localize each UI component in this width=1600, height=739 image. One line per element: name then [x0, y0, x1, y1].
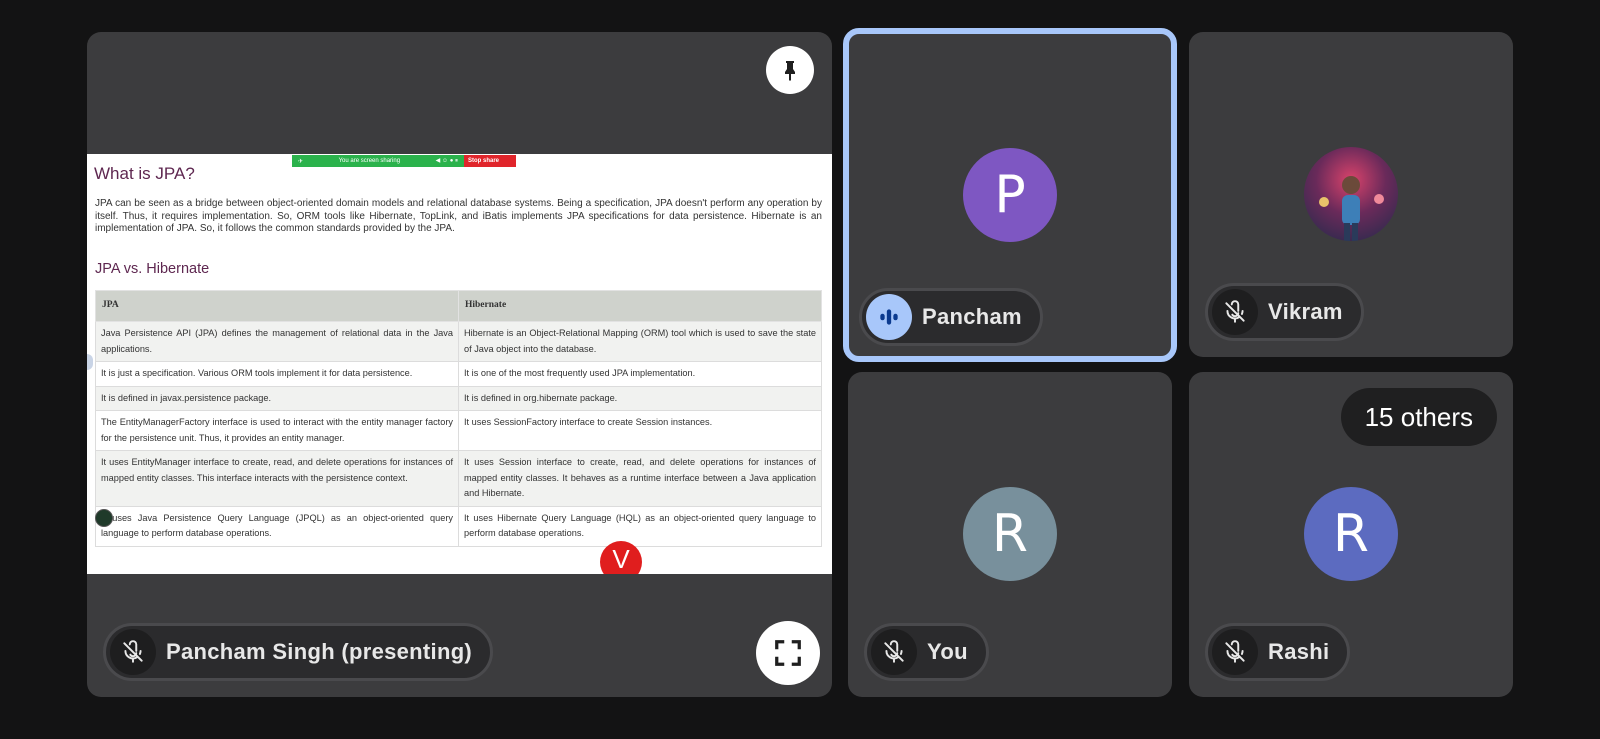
participant-name-pill: Pancham [859, 288, 1043, 346]
pin-icon [785, 61, 795, 81]
avatar: P [963, 148, 1057, 242]
table-row: It is just a specification. Various ORM … [95, 361, 822, 387]
others-count-badge[interactable]: 15 others [1340, 388, 1497, 446]
participant-tile-vikram[interactable]: Vikram [1189, 32, 1513, 357]
pin-button[interactable] [766, 46, 814, 94]
table-cell: It uses Hibernate Query Language (HQL) a… [458, 505, 822, 547]
fullscreen-icon [775, 640, 801, 666]
table-row: The EntityManagerFactory interface is us… [95, 410, 822, 451]
shared-screen: ✈ You are screen sharing ◀ ☺ ● ⏸ Stop sh… [87, 154, 832, 574]
participant-tile-rashi[interactable]: 15 others R Rashi [1189, 372, 1513, 697]
overlay-app-letter: V [612, 544, 630, 574]
participant-name: Vikram [1268, 299, 1343, 324]
others-count-label: 15 others [1364, 401, 1473, 432]
share-status: ✈ You are screen sharing ◀ ☺ ● ⏸ [292, 155, 464, 167]
stop-share-label: Stop share [468, 158, 500, 164]
table-cell: It uses Java Persistence Query Language … [95, 505, 459, 547]
table-row: Java Persistence API (JPA) defines the m… [95, 321, 822, 362]
doc-intro: JPA can be seen as a bridge between obje… [95, 198, 822, 234]
screen-share-bar: ✈ You are screen sharing ◀ ☺ ● ⏸ Stop sh… [292, 155, 516, 167]
participant-name-pill: Rashi [1205, 623, 1351, 681]
table-cell: It is defined in javax.persistence packa… [95, 385, 459, 411]
comparison-table: JPA Hibernate Java Persistence API (JPA)… [95, 290, 822, 547]
speaking-indicator-icon [866, 294, 912, 340]
table-cell: It is defined in org.hibernate package. [458, 385, 822, 411]
presenter-name-pill: Pancham Singh (presenting) [103, 623, 494, 681]
participant-name: Rashi [1268, 639, 1330, 664]
presenter-tile[interactable]: ✈ You are screen sharing ◀ ☺ ● ⏸ Stop sh… [87, 32, 832, 697]
table-cell: It is one of the most frequently used JP… [458, 361, 822, 387]
avatar-initial: P [994, 165, 1026, 225]
stop-share-button[interactable]: Stop share [464, 155, 516, 167]
avatar-photo [1304, 147, 1398, 241]
avatar: R [963, 487, 1057, 581]
presenter-name: Pancham Singh (presenting) [166, 639, 473, 664]
avatar: R [1304, 487, 1398, 581]
avatar-initial: R [991, 504, 1029, 564]
table-cell: It uses EntityManager interface to creat… [95, 450, 459, 507]
table-cell: It uses Session interface to create, rea… [458, 450, 822, 507]
participant-name: Pancham [922, 304, 1022, 329]
share-status-text: You are screen sharing [338, 158, 401, 164]
table-cell: It is just a specification. Various ORM … [95, 361, 459, 387]
mic-off-icon [1212, 289, 1258, 335]
annotation-pen-icon[interactable] [95, 509, 113, 527]
participant-name: You [927, 639, 968, 664]
doc-heading: What is JPA? [94, 164, 195, 183]
participant-name-pill: You [864, 623, 989, 681]
table-cell: It uses SessionFactory interface to crea… [458, 410, 822, 451]
participant-tile-pancham[interactable]: P Pancham [843, 28, 1177, 362]
table-row: It is defined in javax.persistence packa… [95, 385, 822, 411]
table-header: JPA [95, 290, 459, 322]
table-cell: Java Persistence API (JPA) defines the m… [95, 321, 459, 362]
participant-tile-you[interactable]: R You [848, 372, 1172, 697]
mic-off-icon [110, 629, 156, 675]
side-panel-handle[interactable] [87, 354, 93, 370]
table-row: It uses Java Persistence Query Language … [95, 505, 822, 547]
table-row: It uses EntityManager interface to creat… [95, 450, 822, 507]
doc-subheading: JPA vs. Hibernate [95, 261, 210, 277]
table-cell: Hibernate is an Object-Relational Mappin… [458, 321, 822, 362]
table-cell: The EntityManagerFactory interface is us… [95, 410, 459, 451]
table-header: Hibernate [458, 290, 822, 322]
fullscreen-button[interactable] [756, 621, 820, 685]
participant-name-pill: Vikram [1205, 283, 1364, 341]
mic-off-icon [1212, 629, 1258, 675]
mic-off-icon [871, 629, 917, 675]
table-header-row: JPA Hibernate [95, 290, 822, 322]
avatar-initial: R [1332, 504, 1370, 564]
